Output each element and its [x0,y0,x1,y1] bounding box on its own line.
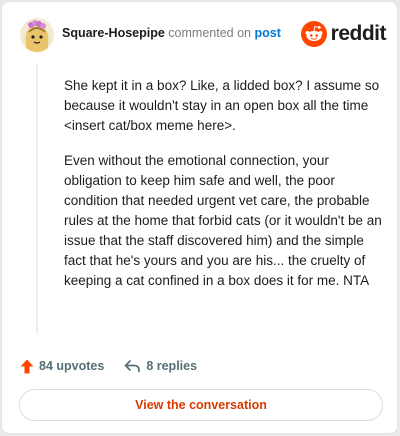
reddit-logo[interactable]: reddit [300,21,387,47]
brand-wordmark: reddit [330,22,387,45]
thread-line [36,64,38,334]
replies-stat[interactable]: 8 replies [124,359,197,373]
comment-paragraph: Even without the emotional connection, y… [64,153,382,288]
upvote-arrow-icon [20,359,34,373]
reply-arrow-icon [124,360,141,373]
comment-stats: 84 upvotes 8 replies [20,356,197,376]
comment-card: Square-Hosepipe commented on post reddit… [1,1,398,434]
avatar-image-icon [20,18,54,52]
replies-count: 8 replies [146,359,198,373]
username-link[interactable]: Square-Hosepipe [62,26,165,40]
post-link[interactable]: post [254,26,280,40]
action-text: commented on [168,26,251,40]
view-conversation-button[interactable]: View the conversation [19,389,383,421]
comment-header: Square-Hosepipe commented on post reddit [20,16,387,54]
upvotes-count: 84 upvotes [39,359,105,373]
reddit-snoo-icon [300,21,327,47]
comment-headline: Square-Hosepipe commented on post [62,26,281,40]
comment-body: She kept it in a box? Like, a lidded box… [64,76,382,306]
avatar[interactable] [20,18,54,52]
upvotes-stat[interactable]: 84 upvotes [20,359,104,374]
comment-paragraph: She kept it in a box? Like, a lidded box… [64,78,380,133]
